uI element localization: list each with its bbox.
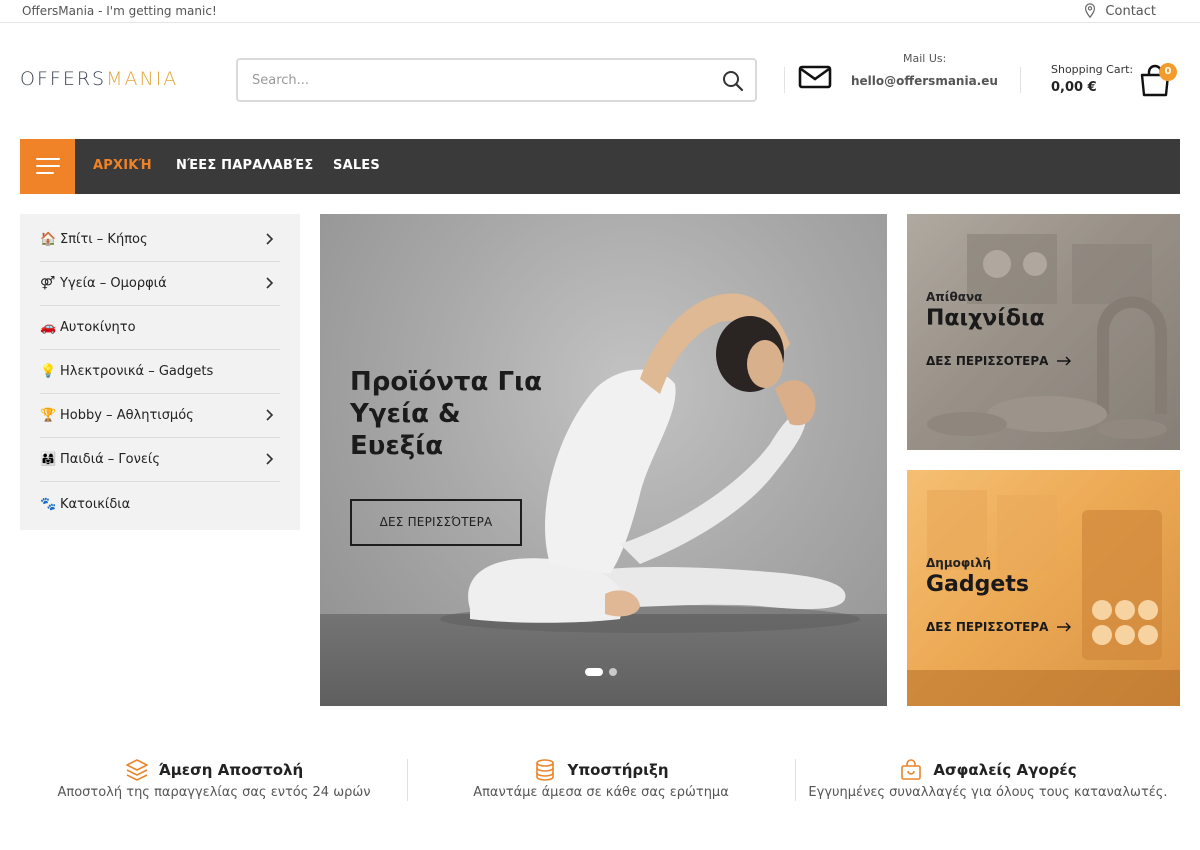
feature-description: Απαντάμε άμεσα σε κάθε σας ερώτημα (473, 785, 729, 800)
banner-toys-title: Παιχνίδια (926, 306, 1045, 331)
feature-description: Εγγυημένες συναλλαγές για όλους τους κατ… (808, 785, 1168, 800)
layers-icon (125, 759, 148, 781)
category-label: Ηλεκτρονικά – Gadgets (60, 364, 214, 379)
banner-gadgets-title: Gadgets (926, 572, 1029, 597)
search-box (236, 58, 757, 102)
category-item-electronics[interactable]: 💡 Ηλεκτρονικά – Gadgets (40, 350, 280, 394)
banner-toys-see-more-link[interactable]: ΔΕΣ ΠΕΡΙΣΣΟΤΕΡΑ (926, 354, 1072, 368)
light-bulb-icon: 💡 (40, 364, 57, 379)
slider-dot-active[interactable] (585, 668, 603, 676)
category-item-health-beauty[interactable]: ⚤ Υγεία – Ομορφιά (40, 262, 280, 306)
category-item-pets[interactable]: 🐾 Κατοικίδια (40, 482, 280, 526)
contact-link[interactable]: Contact (1083, 3, 1156, 19)
banner-toys[interactable]: Απίθανα Παιχνίδια ΔΕΣ ΠΕΡΙΣΣΟΤΕΡΑ (907, 214, 1180, 450)
gender-symbol-icon: ⚤ (40, 276, 56, 291)
hero-title: Προϊόντα Για Υγεία & Ευεξία (350, 367, 543, 461)
hero-see-more-button[interactable]: ΔΕΣ ΠΕΡΙΣΣΌΤΕΡΑ (350, 499, 522, 546)
main-nav: ΑΡΧΙΚΉ ΝΈΕΣ ΠΑΡΑΛΑΒΈΣ SALES (20, 139, 1180, 194)
search-icon[interactable] (721, 69, 745, 93)
house-icon: 🏠 (40, 232, 57, 247)
search-input[interactable] (252, 70, 692, 90)
nav-item-home[interactable]: ΑΡΧΙΚΉ (93, 158, 152, 173)
family-icon: 👨‍👩‍👧 (40, 452, 57, 467)
banner-gadgets-subtitle: Δημοφιλή (926, 556, 992, 570)
location-pin-icon (1085, 3, 1096, 19)
chevron-right-icon (266, 277, 274, 289)
feature-title: Ασφαλείς Αγορές (933, 761, 1077, 779)
header-divider (1020, 67, 1021, 93)
category-item-kids-parents[interactable]: 👨‍👩‍👧 Παιδιά – Γονείς (40, 438, 280, 482)
slider-dots (585, 668, 617, 676)
top-bar: OffersMania - I'm getting manic! Contact (0, 0, 1200, 23)
nav-item-sales[interactable]: SALES (333, 158, 380, 173)
see-more-label: ΔΕΣ ΠΕΡΙΣΣΟΤΕΡΑ (926, 354, 1049, 368)
category-label: Σπίτι – Κήπος (60, 232, 148, 247)
chevron-right-icon (266, 409, 274, 421)
car-icon: 🚗 (40, 320, 57, 335)
category-label: Αυτοκίνητο (60, 320, 136, 335)
trophy-icon: 🏆 (40, 408, 57, 423)
logo-text-offers: OFFERS (20, 68, 107, 90)
arrow-right-icon (1057, 622, 1072, 632)
mail-icon (798, 65, 832, 89)
site-logo[interactable]: OFFERSMANIA (20, 68, 178, 90)
cart-total: 0,00 € (1051, 80, 1097, 95)
contact-label: Contact (1105, 3, 1156, 19)
feature-fast-shipping: Άμεση Αποστολή Αποστολή της παραγγελίας … (20, 758, 408, 802)
logo-text-mania: MANIA (106, 68, 179, 90)
category-item-home-garden[interactable]: 🏠 Σπίτι – Κήπος (40, 218, 280, 262)
arrow-right-icon (1057, 356, 1072, 366)
paw-prints-icon: 🐾 (40, 496, 57, 512)
feature-secure-shopping: Ασφαλείς Αγορές Εγγυημένες συναλλαγές γι… (794, 758, 1182, 802)
feature-description: Αποστολή της παραγγελίας σας εντός 24 ωρ… (57, 785, 371, 800)
see-more-label: ΔΕΣ ΠΕΡΙΣΣΟΤΕΡΑ (926, 620, 1049, 634)
slider-dot[interactable] (609, 668, 617, 676)
nav-item-new-arrivals[interactable]: ΝΈΕΣ ΠΑΡΑΛΑΒΈΣ (176, 158, 313, 173)
wooden-toys-image (907, 214, 1180, 450)
feature-title: Υποστήριξη (567, 761, 669, 779)
cart-label: Shopping Cart: (1051, 63, 1134, 76)
chevron-right-icon (266, 233, 274, 245)
database-icon (536, 759, 555, 781)
shopping-bag-icon (901, 759, 922, 780)
mail-address-link[interactable]: hello@offersmania.eu (851, 74, 998, 88)
category-label: Hobby – Αθλητισμός (60, 408, 194, 423)
category-sidebar: 🏠 Σπίτι – Κήπος ⚤ Υγεία – Ομορφιά 🚗 Αυτο… (20, 214, 300, 530)
category-item-hobby-sports[interactable]: 🏆 Hobby – Αθλητισμός (40, 394, 280, 438)
hamburger-line (36, 158, 60, 160)
hero-slider: Προϊόντα Για Υγεία & Ευεξία ΔΕΣ ΠΕΡΙΣΣΌΤ… (320, 214, 887, 706)
category-label: Υγεία – Ομορφιά (60, 276, 167, 291)
banner-gadgets[interactable]: Δημοφιλή Gadgets ΔΕΣ ΠΕΡΙΣΣΟΤΕΡΑ (907, 470, 1180, 706)
hamburger-line (36, 165, 60, 167)
feature-title: Άμεση Αποστολή (158, 761, 304, 779)
category-label: Κατοικίδια (60, 496, 131, 512)
site-tagline: OffersMania - I'm getting manic! (22, 4, 217, 18)
mail-label: Mail Us: (903, 52, 947, 65)
category-item-car[interactable]: 🚗 Αυτοκίνητο (40, 306, 280, 350)
categories-menu-button[interactable] (20, 139, 75, 194)
cart-count-badge: 0 (1159, 63, 1177, 81)
header-divider (784, 67, 785, 93)
banner-gadgets-see-more-link[interactable]: ΔΕΣ ΠΕΡΙΣΣΟΤΕΡΑ (926, 620, 1072, 634)
banner-toys-subtitle: Απίθανα (926, 290, 983, 304)
hamburger-line (36, 172, 54, 174)
feature-support: Υποστήριξη Απαντάμε άμεσα σε κάθε σας ερ… (407, 758, 795, 802)
category-label: Παιδιά – Γονείς (60, 452, 160, 467)
chevron-right-icon (266, 453, 274, 465)
